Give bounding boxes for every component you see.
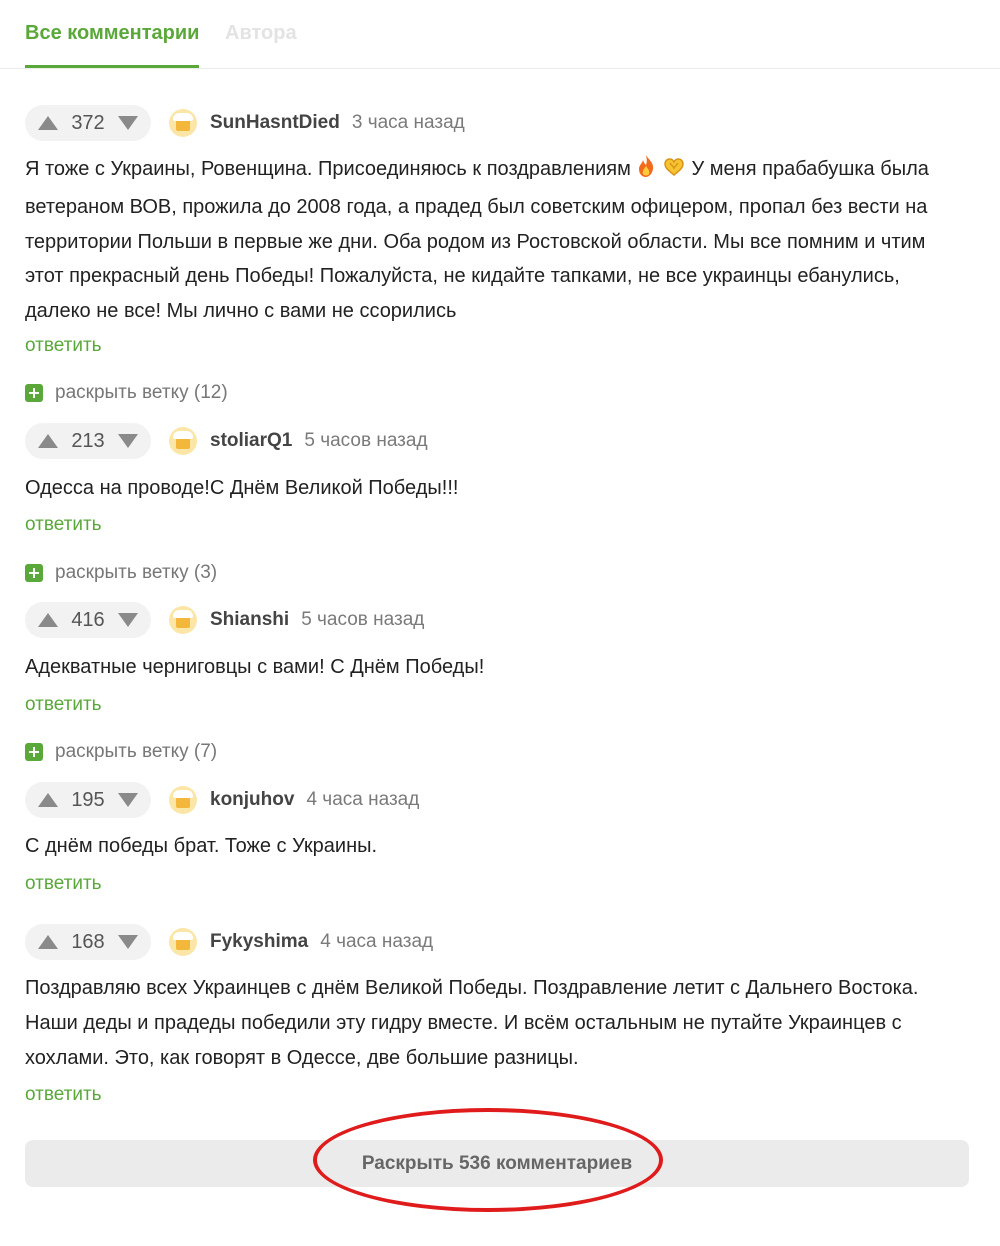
fire-emoji-icon: [636, 154, 656, 190]
comment-line: ветераном ВОВ, прожила до 2008 года, а п…: [25, 195, 928, 218]
load-more-comments-button[interactable]: Раскрыть 536 комментариев: [25, 1140, 969, 1187]
comment-text: С днём победы брат. Тоже с Украины.: [25, 835, 378, 857]
rating-widget: 416: [25, 602, 151, 638]
author-name[interactable]: Shianshi: [210, 609, 289, 631]
rating-widget: 372: [25, 105, 151, 141]
comment-line-part: Я тоже с Украины, Ровенщина. Присоединяю…: [25, 158, 631, 180]
comment-header: 372 SunHasntDied 3 часа назад: [25, 105, 465, 141]
tab-authors[interactable]: Автора: [225, 22, 297, 45]
comment-text: Поздравляю всех Украинцев с днём Великой…: [25, 971, 975, 1075]
heart-hands-emoji-icon: [662, 155, 686, 190]
comment-line: этот прекрасный день Победы! Пожалуйста,…: [25, 265, 900, 288]
expand-thread-label: раскрыть ветку (3): [55, 562, 218, 583]
downvote-arrow-icon[interactable]: [118, 434, 138, 448]
upvote-arrow-icon[interactable]: [38, 613, 58, 627]
upvote-arrow-icon[interactable]: [38, 434, 58, 448]
comment-time: 5 часов назад: [301, 609, 425, 630]
avatar[interactable]: [169, 786, 197, 814]
plus-icon: [25, 384, 43, 402]
upvote-arrow-icon[interactable]: [38, 935, 58, 949]
rating-value: 195: [71, 788, 105, 811]
expand-thread-button[interactable]: раскрыть ветку (12): [25, 381, 228, 405]
plus-icon: [25, 743, 43, 761]
plus-icon: [25, 564, 43, 582]
comment-line: хохлами. Это, как говорят в Одессе, две …: [25, 1046, 579, 1069]
comment-line: территории Польши в первые же дни. Оба р…: [25, 230, 926, 253]
avatar[interactable]: [169, 928, 197, 956]
rating-value: 416: [71, 608, 105, 631]
comment-header: 416 Shianshi 5 часов назад: [25, 602, 424, 638]
comment-line: Наши деды и прадеды победили эту гидру в…: [25, 1011, 902, 1034]
downvote-arrow-icon[interactable]: [118, 793, 138, 807]
avatar[interactable]: [169, 606, 197, 634]
rating-value: 372: [71, 111, 105, 134]
downvote-arrow-icon[interactable]: [118, 935, 138, 949]
upvote-arrow-icon[interactable]: [38, 793, 58, 807]
comment-text: Я тоже с Украины, Ровенщина. Присоединяю…: [25, 152, 975, 329]
comment-text: Адекватные черниговцы с вами! С Днём Поб…: [25, 656, 485, 678]
comment-time: 4 часа назад: [306, 789, 420, 810]
comment-time: 4 часа назад: [320, 931, 434, 952]
comment-line-part: У меня прабабушка была: [691, 158, 929, 180]
rating-value: 213: [71, 429, 105, 452]
expand-thread-label: раскрыть ветку (7): [55, 741, 218, 762]
comment-time: 5 часов назад: [304, 430, 428, 451]
author-name[interactable]: SunHasntDied: [210, 112, 340, 134]
author-name[interactable]: stoliarQ1: [210, 430, 292, 452]
reply-link[interactable]: ответить: [25, 335, 102, 357]
expand-thread-button[interactable]: раскрыть ветку (7): [25, 740, 217, 764]
avatar[interactable]: [169, 427, 197, 455]
comment-line: далеко не все! Мы лично с вами не ссорил…: [25, 300, 457, 322]
comment-line: Я тоже с Украины, Ровенщина. Присоединяю…: [25, 152, 975, 190]
downvote-arrow-icon[interactable]: [118, 613, 138, 627]
comment-text: Одесса на проводе!С Днём Великой Победы!…: [25, 477, 459, 499]
reply-link[interactable]: ответить: [25, 1084, 102, 1106]
upvote-arrow-icon[interactable]: [38, 116, 58, 130]
reply-link[interactable]: ответить: [25, 873, 102, 895]
expand-thread-button[interactable]: раскрыть ветку (3): [25, 561, 217, 585]
comment-header: 195 konjuhov 4 часа назад: [25, 782, 419, 818]
comment-line: Поздравляю всех Украинцев с днём Великой…: [25, 977, 919, 999]
downvote-arrow-icon[interactable]: [118, 116, 138, 130]
tab-all-comments[interactable]: Все комментарии: [25, 22, 200, 68]
author-name[interactable]: Fykyshima: [210, 931, 308, 953]
rating-widget: 213: [25, 423, 151, 459]
comment-header: 213 stoliarQ1 5 часов назад: [25, 423, 428, 459]
rating-value: 168: [71, 930, 105, 953]
reply-link[interactable]: ответить: [25, 694, 102, 716]
comment-header: 168 Fykyshima 4 часа назад: [25, 924, 433, 960]
reply-link[interactable]: ответить: [25, 514, 102, 536]
author-name[interactable]: konjuhov: [210, 789, 294, 811]
avatar[interactable]: [169, 109, 197, 137]
rating-widget: 168: [25, 924, 151, 960]
expand-thread-label: раскрыть ветку (12): [55, 382, 228, 403]
comment-time: 3 часа назад: [351, 112, 465, 133]
comment-tabs: Все комментарии Автора: [0, 0, 1000, 69]
rating-widget: 195: [25, 782, 151, 818]
